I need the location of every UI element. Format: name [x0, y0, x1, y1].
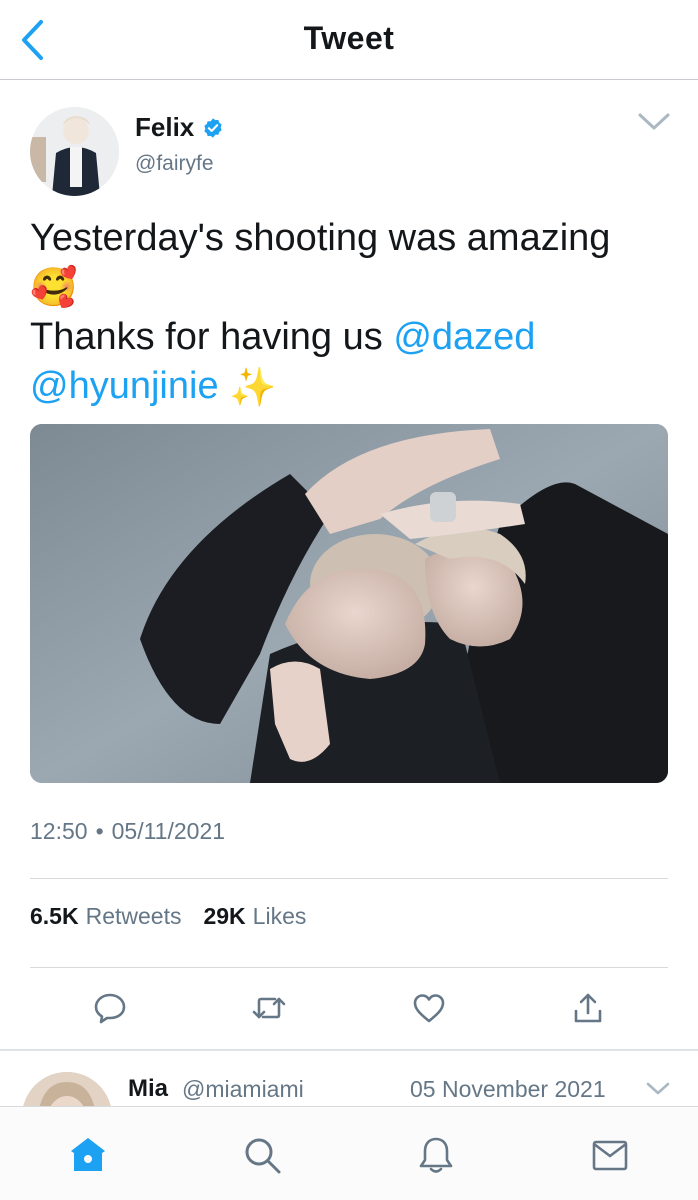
tweet-timestamp: 12:50 • 05/11/2021 [30, 818, 225, 845]
bottom-tab-bar [0, 1106, 698, 1200]
speech-bubble-icon [94, 993, 126, 1024]
reply-button[interactable] [92, 990, 128, 1026]
chevron-down-icon [638, 113, 670, 130]
mention-link-dazed[interactable]: @dazed [393, 316, 535, 358]
chevron-down-icon [646, 1082, 670, 1095]
retweet-button[interactable] [251, 990, 287, 1026]
tab-notifications[interactable] [414, 1133, 458, 1177]
more-options-button[interactable] [636, 108, 672, 136]
tweet-text-line: @hyunjinie ✨ [30, 362, 670, 412]
retweet-icon [252, 997, 286, 1019]
author-name-row: Felix [135, 112, 224, 143]
share-icon [574, 993, 602, 1023]
like-button[interactable] [411, 990, 447, 1026]
share-button[interactable] [570, 990, 606, 1026]
mention-link-hyunjinie[interactable]: @hyunjinie [30, 365, 219, 407]
tab-search[interactable] [240, 1133, 284, 1177]
tweet-text: Yesterday's shooting was amazing 🥰 Thank… [30, 214, 670, 413]
retweets-label[interactable]: Retweets [86, 903, 182, 930]
tweet-text-line: 🥰 [30, 263, 670, 313]
tab-home[interactable] [66, 1133, 110, 1177]
sparkles-icon: ✨ [229, 366, 277, 409]
page-title: Tweet [303, 20, 395, 56]
divider [30, 967, 668, 968]
heart-icon [413, 994, 445, 1023]
timestamp-separator: • [95, 818, 104, 844]
divider [30, 878, 668, 879]
reply-more-options-button[interactable] [645, 1080, 671, 1098]
reply-date: 05 November 2021 [410, 1076, 606, 1102]
reply-author-name[interactable]: Mia [128, 1075, 168, 1103]
smiling-face-hearts-icon: 🥰 [30, 267, 78, 310]
tweet-text-fragment: Thanks for having us [30, 316, 383, 359]
tweet-text-line: Yesterday's shooting was amazing [30, 217, 611, 259]
likes-label[interactable]: Likes [253, 903, 307, 930]
tweet-photo[interactable] [30, 424, 668, 783]
mail-icon [592, 1140, 628, 1171]
retweets-count[interactable]: 6.5K [30, 903, 79, 930]
search-icon [245, 1138, 281, 1174]
author-name[interactable]: Felix [135, 112, 194, 143]
reply-author-handle[interactable]: @miamiami [182, 1076, 304, 1103]
tweet-time: 12:50 [30, 818, 88, 844]
home-icon [71, 1138, 105, 1171]
author-avatar[interactable] [30, 107, 119, 196]
tweet-date: 05/11/2021 [111, 818, 226, 844]
author-handle[interactable]: @fairyfe [135, 152, 214, 176]
tweet-stats: 6.5K Retweets 29K Likes [30, 903, 306, 930]
likes-count[interactable]: 29K [203, 903, 245, 930]
top-nav-bar: Tweet [0, 0, 698, 80]
verified-badge-icon [204, 117, 222, 138]
tweet-text-line: Thanks for having us @dazed [30, 313, 670, 362]
section-divider [0, 1049, 698, 1051]
bell-icon [419, 1137, 453, 1173]
tab-messages[interactable] [588, 1133, 632, 1177]
